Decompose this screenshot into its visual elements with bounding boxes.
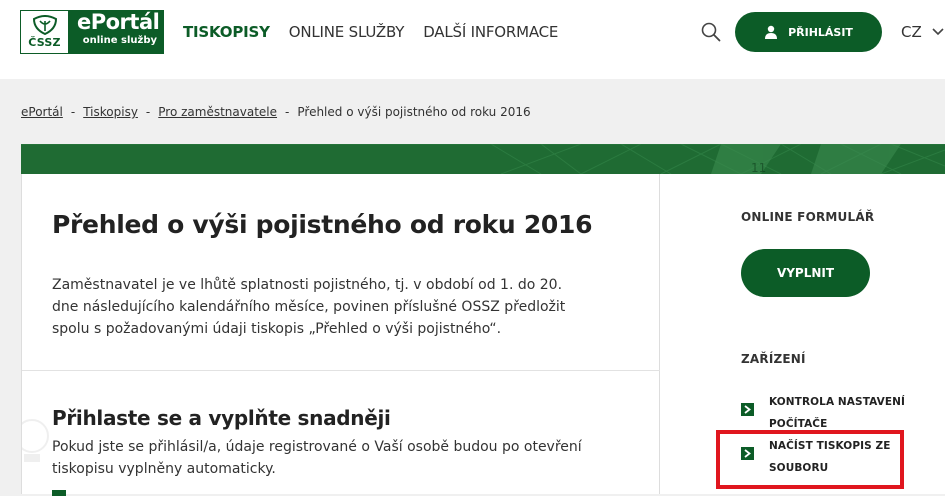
breadcrumb-current: Přehled o výši pojistného od roku 2016 (297, 105, 531, 119)
login-section-title: Přihlaste se a vyplňte snadněji (52, 406, 391, 430)
user-icon (765, 25, 778, 39)
breadcrumb-separator: - (70, 105, 76, 119)
nav-item-dalsi-informace[interactable]: DALŠÍ INFORMACE (423, 23, 558, 41)
sidebar-link-kontrola-nastaveni[interactable]: KONTROLA NASTAVENÍ POČÍTAČE (741, 391, 909, 435)
language-selector[interactable]: CZ (901, 23, 944, 41)
top-header: ČSSZ ePortál online služby TISKOPISY ONL… (0, 0, 945, 79)
login-section-text: Pokud jste se přihlásil/a, údaje registr… (52, 439, 582, 477)
breadcrumb-separator: - (285, 105, 290, 119)
login-label: PŘIHLÁSIT (788, 25, 853, 39)
sidebar: ONLINE FORMULÁŘ VYPLNIT ZAŘÍZENÍ KONTROL… (660, 174, 945, 494)
sidebar-link-label: NAČÍST TISKOPIS ZE SOUBORU (769, 440, 891, 474)
page-banner: 11 (21, 144, 945, 174)
breadcrumb-link-tiskopisy[interactable]: Tiskopisy (83, 105, 138, 119)
breadcrumb: ePortál - Tiskopisy - Pro zaměstnavatele… (21, 105, 531, 119)
logo-portal-name: ePortál (77, 10, 160, 34)
online-form-heading: ONLINE FORMULÁŘ (741, 210, 875, 224)
logo-cssz-text: ČSSZ (28, 36, 61, 49)
banner-pattern: 11 (21, 144, 945, 174)
leaf-icon (32, 15, 57, 35)
breadcrumb-link-pro-zamestnavatele[interactable]: Pro zaměstnavatele (158, 105, 277, 119)
main-nav: TISKOPISY ONLINE SLUŽBY DALŠÍ INFORMACE (183, 23, 577, 41)
breadcrumb-link-eportal[interactable]: ePortál (21, 105, 63, 119)
nav-item-tiskopisy[interactable]: TISKOPISY (183, 23, 270, 41)
arrow-right-icon (741, 403, 754, 416)
lightbulb-icon (22, 419, 49, 462)
search-icon[interactable] (701, 22, 721, 42)
checkbox[interactable] (52, 490, 66, 496)
sidebar-link-nacist-tiskopis[interactable]: NAČÍST TISKOPIS ZE SOUBORU (741, 435, 909, 479)
arrow-right-icon (741, 447, 754, 460)
device-heading: ZAŘÍZENÍ (741, 352, 806, 366)
language-label: CZ (901, 23, 922, 41)
breadcrumb-separator: - (145, 105, 151, 119)
page-title: Přehled o výši pojistného od roku 2016 (52, 210, 593, 239)
cssz-logo: ČSSZ (21, 11, 69, 53)
sidebar-link-label: KONTROLA NASTAVENÍ POČÍTAČE (769, 396, 906, 430)
svg-text:11: 11 (751, 161, 766, 174)
login-button[interactable]: PŘIHLÁSIT (735, 12, 882, 52)
chevron-down-icon (932, 28, 944, 36)
section-divider (22, 370, 661, 371)
eportal-logo: ePortál online služby (69, 11, 163, 53)
intro-text: Zaměstnavatel je ve lhůtě splatnosti poj… (52, 277, 566, 337)
logo-portal-sub: online služby (82, 35, 157, 46)
main-content-card: Přehled o výši pojistného od roku 2016 Z… (21, 174, 661, 496)
cssz-eportal-logo[interactable]: ČSSZ ePortál online služby (20, 10, 164, 54)
fill-button[interactable]: VYPLNIT (741, 249, 870, 297)
nav-item-online-sluzby[interactable]: ONLINE SLUŽBY (289, 23, 405, 41)
